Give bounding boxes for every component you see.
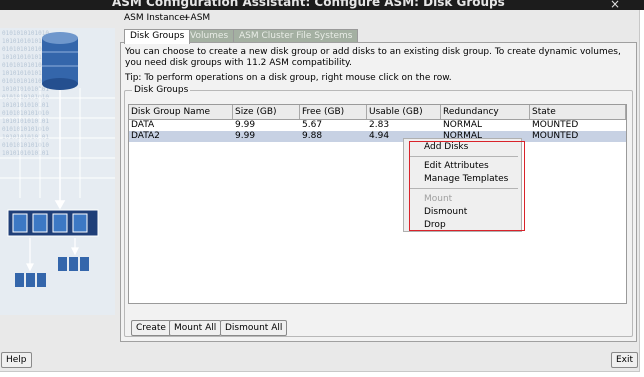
column-header[interactable]: Redundancy — [441, 105, 530, 119]
storage-diagram — [0, 32, 115, 287]
create-button[interactable]: Create — [131, 320, 171, 336]
table-row-selected[interactable]: DATA2 9.99 9.88 4.94 NORMAL MOUNTED — [129, 131, 626, 142]
column-header[interactable]: Usable (GB) — [367, 105, 441, 119]
table-cell: 9.99 — [235, 120, 256, 130]
exit-button[interactable]: Exit — [611, 352, 639, 368]
table-cell: 2.83 — [369, 120, 390, 130]
disk-icon — [15, 257, 89, 287]
table-cell: MOUNTED — [532, 131, 579, 141]
tab-volumes[interactable]: Volumes — [184, 29, 235, 43]
database-cylinder-icon — [42, 32, 78, 90]
column-header[interactable]: State — [530, 105, 626, 119]
grid-pattern — [0, 88, 115, 198]
tip-text: Tip: To perform operations on a disk gro… — [125, 73, 452, 83]
help-button[interactable]: Help — [1, 352, 32, 368]
table-cell: MOUNTED — [532, 120, 579, 130]
table-header: Disk Group Name Size (GB) Free (GB) Usab… — [129, 105, 626, 120]
window-titlebar: ASM Configuration Assistant: Configure A… — [0, 0, 644, 10]
asm-instance-value: +ASM — [183, 13, 211, 23]
table-row[interactable]: DATA 9.99 5.67 2.83 NORMAL MOUNTED — [129, 120, 626, 131]
table-cell: 9.99 — [235, 131, 256, 141]
column-header[interactable]: Free (GB) — [300, 105, 367, 119]
side-illustration: 0101010101010 1010101010101 0101010101010 1… — [0, 28, 115, 315]
mount-all-button[interactable]: Mount All — [169, 320, 222, 336]
description-text: You can choose to create a new disk grou… — [125, 47, 621, 68]
highlight-annotation-box — [409, 141, 525, 231]
window-title: ASM Configuration Assistant: Configure A… — [112, 0, 505, 9]
column-header[interactable]: Disk Group Name — [129, 105, 233, 119]
table-cell: 5.67 — [302, 120, 323, 130]
asm-instance-label: ASM Instance: — [124, 13, 188, 23]
tab-disk-groups[interactable]: Disk Groups — [124, 29, 191, 44]
column-header[interactable]: Size (GB) — [233, 105, 300, 119]
arrow-down-icon — [54, 90, 66, 210]
disk-array-icon — [7, 209, 99, 237]
tab-asm-cluster-file-systems[interactable]: ASM Cluster File Systems — [233, 29, 359, 43]
dismount-all-button[interactable]: Dismount All — [220, 320, 288, 336]
table-cell: NORMAL — [443, 120, 483, 130]
disk-groups-title: Disk Groups — [132, 85, 191, 95]
table-cell: 9.88 — [302, 131, 323, 141]
table-cell: DATA2 — [131, 131, 160, 141]
disk-groups-table: Disk Group Name Size (GB) Free (GB) Usab… — [128, 104, 627, 304]
table-cell: DATA — [131, 120, 155, 130]
close-icon[interactable]: × — [610, 0, 620, 10]
